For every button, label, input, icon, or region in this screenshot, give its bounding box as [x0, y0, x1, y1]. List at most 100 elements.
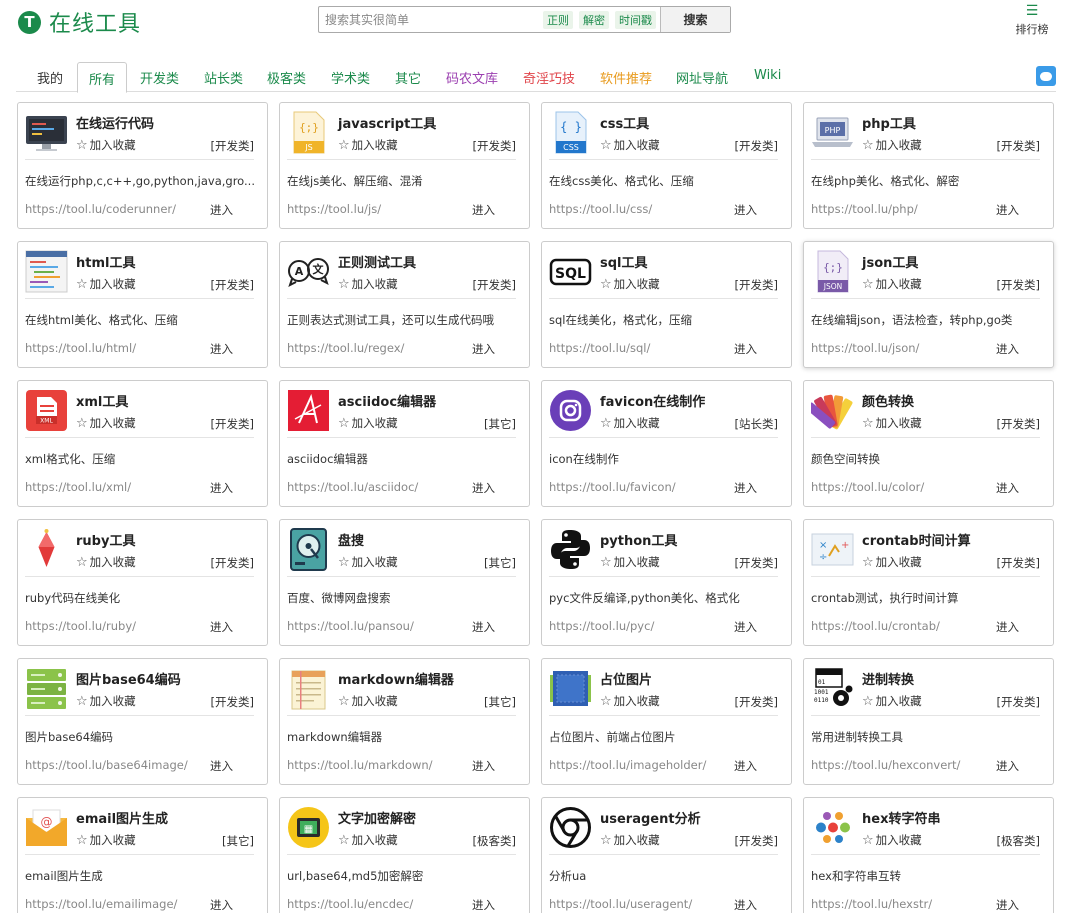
nav-tab-3[interactable]: 站长类 [204, 68, 243, 87]
asciidoc-icon[interactable] [287, 389, 330, 432]
calculator-icon[interactable]: ▦ [287, 806, 330, 849]
tool-title[interactable]: xml工具 [76, 391, 128, 410]
enter-link[interactable]: 进入 [210, 202, 233, 218]
enter-link[interactable]: 进入 [210, 897, 233, 913]
tool-card[interactable]: PHP php工具 ☆ 加入收藏 [开发类] 在线php美化、格式化、解密 https://… [803, 102, 1054, 229]
favorite-button[interactable]: ☆ 加入收藏 [600, 276, 660, 292]
favorite-button[interactable]: ☆ 加入收藏 [76, 832, 136, 848]
search-input[interactable] [319, 7, 543, 32]
tool-url[interactable]: https://tool.lu/js/ [287, 202, 381, 216]
nav-tab-6[interactable]: 其它 [395, 68, 421, 87]
tool-title[interactable]: 在线运行代码 [76, 113, 154, 132]
enter-link[interactable]: 进入 [472, 758, 495, 774]
dots-icon[interactable] [811, 806, 854, 849]
nav-tab-1[interactable]: 所有 [77, 62, 128, 93]
tool-title[interactable]: email图片生成 [76, 808, 168, 827]
tool-url[interactable]: https://tool.lu/useragent/ [549, 897, 692, 911]
tool-card[interactable]: ruby工具 ☆ 加入收藏 [开发类] ruby代码在线美化 https://tool.l… [17, 519, 268, 646]
tool-card[interactable]: markdown编辑器 ☆ 加入收藏 [其它] markdown编辑器 https://t… [279, 658, 530, 785]
server-stack-icon[interactable] [25, 667, 68, 710]
tool-card[interactable]: ▦ 文字加密解密 ☆ 加入收藏 [极客类] url,base64,md5加密解密 https… [279, 797, 530, 913]
sql-icon[interactable]: SQL [549, 250, 592, 293]
python-icon[interactable] [549, 528, 592, 571]
json-file-icon[interactable]: {;} JSON [811, 250, 854, 293]
tool-url[interactable]: https://tool.lu/base64image/ [25, 758, 188, 772]
tool-url[interactable]: https://tool.lu/ruby/ [25, 619, 136, 633]
tool-url[interactable]: https://tool.lu/encdec/ [287, 897, 413, 911]
chrome-icon[interactable] [549, 806, 592, 849]
tool-url[interactable]: https://tool.lu/imageholder/ [549, 758, 706, 772]
tool-url[interactable]: https://tool.lu/color/ [811, 480, 924, 494]
nav-tab-10[interactable]: 网址导航 [676, 68, 728, 87]
favorite-button[interactable]: ☆ 加入收藏 [76, 554, 136, 570]
rank-button[interactable]: ☰ 排行榜 [1012, 4, 1052, 37]
crontab-icon[interactable]: × ÷ + [811, 528, 854, 571]
nav-tab-8[interactable]: 奇淫巧技 [523, 68, 575, 87]
camera-icon[interactable] [549, 389, 592, 432]
tool-title[interactable]: hex转字符串 [862, 808, 940, 827]
enter-link[interactable]: 进入 [472, 341, 495, 357]
tool-url[interactable]: https://tool.lu/pansou/ [287, 619, 414, 633]
enter-link[interactable]: 进入 [996, 619, 1019, 635]
tool-url[interactable]: https://tool.lu/xml/ [25, 480, 131, 494]
nav-tab-7[interactable]: 码农文库 [446, 68, 498, 87]
tool-title[interactable]: 进制转换 [862, 669, 914, 688]
regex-bubbles-icon[interactable]: A文 [287, 250, 330, 293]
hard-disk-icon[interactable] [287, 528, 330, 571]
tool-url[interactable]: https://tool.lu/hexstr/ [811, 897, 932, 911]
enter-link[interactable]: 进入 [734, 897, 757, 913]
enter-link[interactable]: 进入 [210, 758, 233, 774]
favorite-button[interactable]: ☆ 加入收藏 [862, 693, 922, 709]
favorite-button[interactable]: ☆ 加入收藏 [862, 415, 922, 431]
enter-link[interactable]: 进入 [734, 341, 757, 357]
enter-link[interactable]: 进入 [996, 758, 1019, 774]
tool-title[interactable]: json工具 [862, 252, 918, 271]
nav-tab-0[interactable]: 我的 [37, 68, 63, 87]
enter-link[interactable]: 进入 [996, 897, 1019, 913]
favorite-button[interactable]: ☆ 加入收藏 [600, 137, 660, 153]
tool-url[interactable]: https://tool.lu/coderunner/ [25, 202, 176, 216]
enter-link[interactable]: 进入 [734, 758, 757, 774]
nav-tab-2[interactable]: 开发类 [140, 68, 179, 87]
favorite-button[interactable]: ☆ 加入收藏 [338, 693, 398, 709]
email-icon[interactable]: @ [25, 806, 68, 849]
tool-url[interactable]: https://tool.lu/asciidoc/ [287, 480, 418, 494]
tool-card[interactable]: python工具 ☆ 加入收藏 [开发类] pyc文件反编译,python美化、格式化 h… [541, 519, 792, 646]
tool-url[interactable]: https://tool.lu/css/ [549, 202, 652, 216]
tool-url[interactable]: https://tool.lu/html/ [25, 341, 136, 355]
tool-title[interactable]: crontab时间计算 [862, 530, 971, 549]
tool-url[interactable]: https://tool.lu/favicon/ [549, 480, 676, 494]
tool-url[interactable]: https://tool.lu/json/ [811, 341, 919, 355]
nav-tab-4[interactable]: 极客类 [267, 68, 306, 87]
favorite-button[interactable]: ☆ 加入收藏 [338, 415, 398, 431]
notepad-icon[interactable] [287, 667, 330, 710]
favorite-button[interactable]: ☆ 加入收藏 [76, 137, 136, 153]
tool-title[interactable]: 盘搜 [338, 530, 364, 549]
tool-title[interactable]: 颜色转换 [862, 391, 914, 410]
favorite-button[interactable]: ☆ 加入收藏 [76, 276, 136, 292]
css-file-icon[interactable]: { } CSS [549, 111, 592, 154]
enter-link[interactable]: 进入 [734, 480, 757, 496]
favorite-button[interactable]: ☆ 加入收藏 [600, 415, 660, 431]
color-swatch-icon[interactable] [811, 389, 854, 432]
tool-title[interactable]: python工具 [600, 530, 677, 549]
favorite-button[interactable]: ☆ 加入收藏 [338, 137, 398, 153]
tool-url[interactable]: https://tool.lu/emailimage/ [25, 897, 177, 911]
enter-link[interactable]: 进入 [734, 619, 757, 635]
binary-gear-icon[interactable]: 01 1001 0110 [811, 667, 854, 710]
chat-button[interactable] [1036, 66, 1056, 86]
quick-tag-decrypt[interactable]: 解密 [579, 10, 609, 29]
ruby-gem-icon[interactable] [25, 528, 68, 571]
nav-tab-11[interactable]: Wiki [754, 68, 781, 83]
tool-card[interactable]: 盘搜 ☆ 加入收藏 [其它] 百度、微博网盘搜索 https://tool.lu/pans… [279, 519, 530, 646]
favorite-button[interactable]: ☆ 加入收藏 [862, 276, 922, 292]
favorite-button[interactable]: ☆ 加入收藏 [600, 693, 660, 709]
tool-title[interactable]: ruby工具 [76, 530, 135, 549]
tool-url[interactable]: https://tool.lu/crontab/ [811, 619, 940, 633]
tool-title[interactable]: html工具 [76, 252, 135, 271]
enter-link[interactable]: 进入 [996, 202, 1019, 218]
tool-url[interactable]: https://tool.lu/pyc/ [549, 619, 654, 633]
favorite-button[interactable]: ☆ 加入收藏 [862, 832, 922, 848]
tool-title[interactable]: favicon在线制作 [600, 391, 705, 410]
tool-url[interactable]: https://tool.lu/markdown/ [287, 758, 433, 772]
